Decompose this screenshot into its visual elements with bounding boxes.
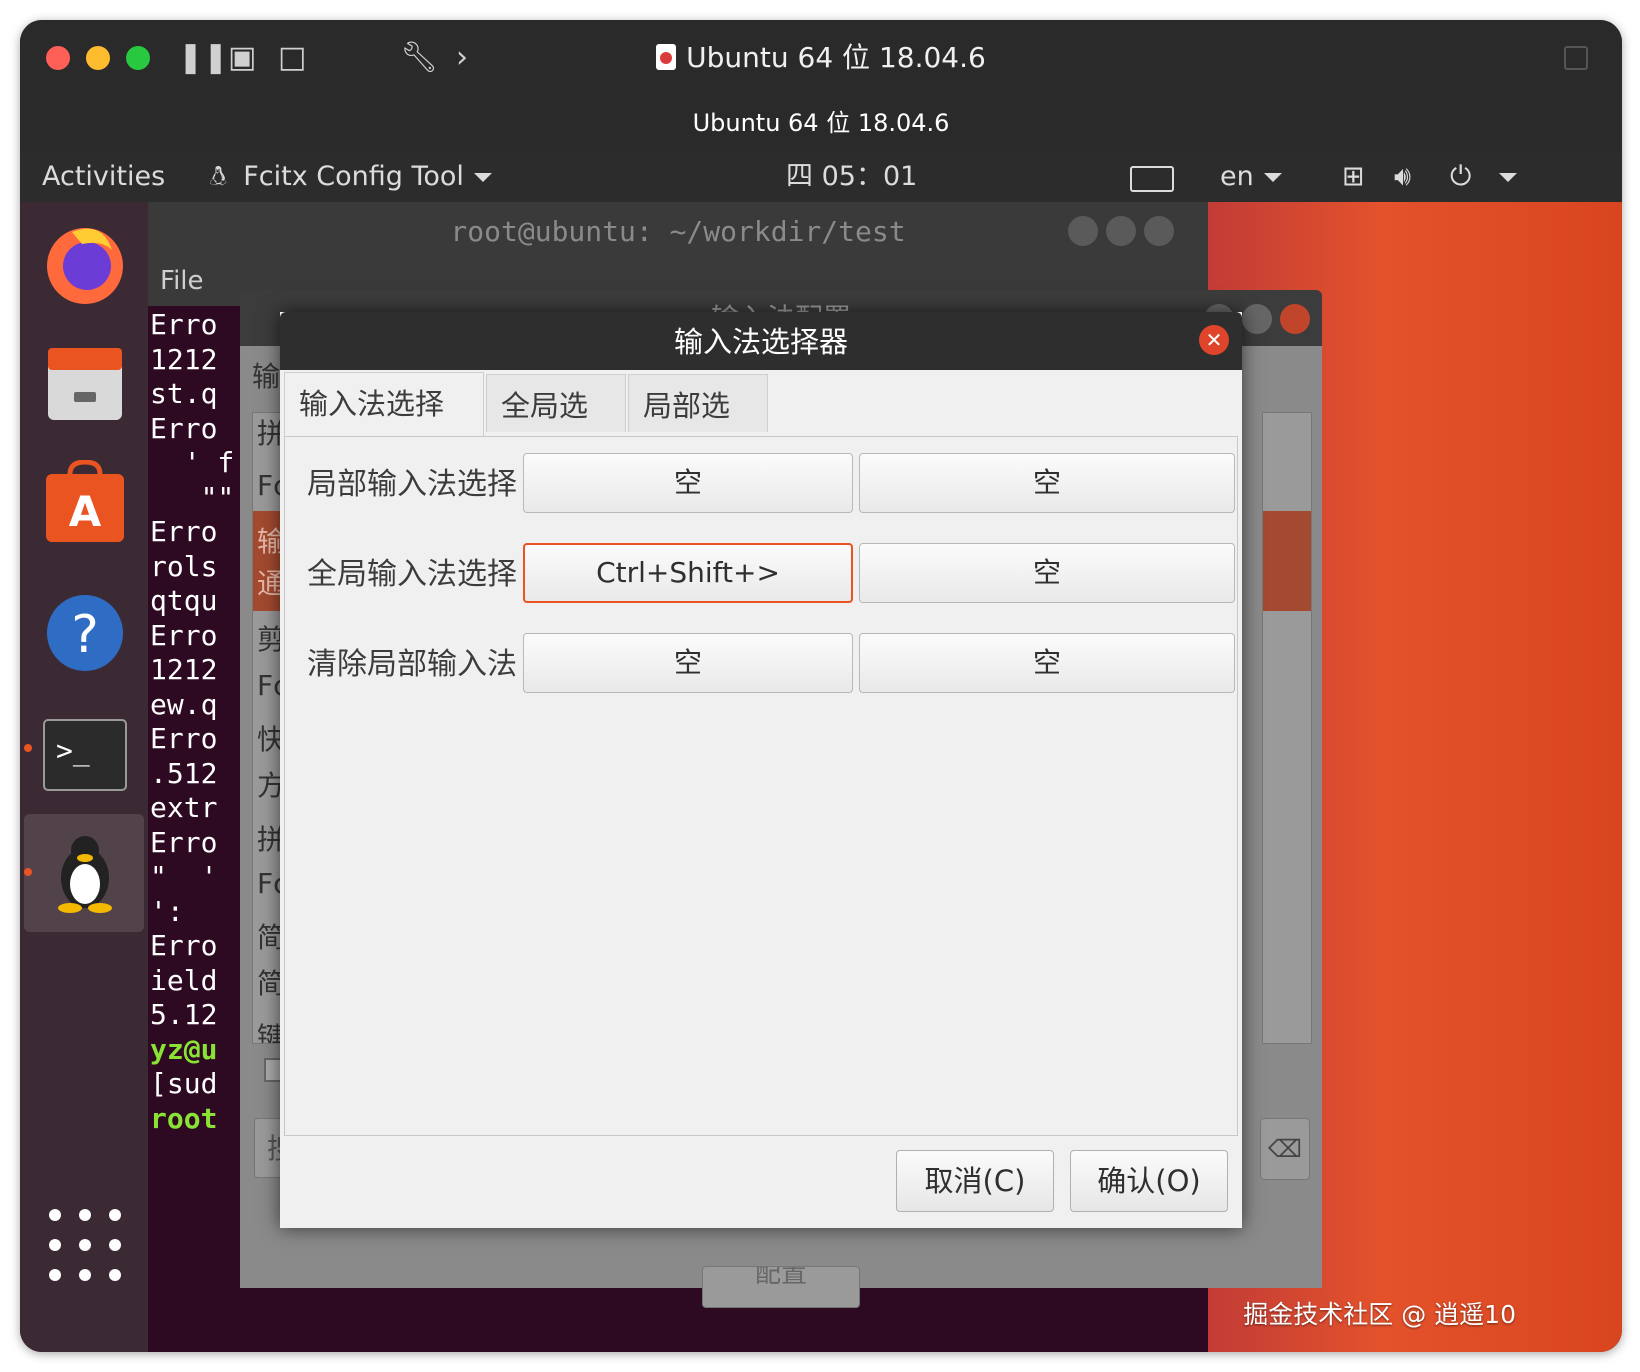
terminal-prompt: root <box>150 1101 218 1135</box>
row-label-local: 局部输入法选择 <box>307 467 517 502</box>
input-method-label: en <box>1220 161 1254 192</box>
menu-file[interactable]: File <box>160 266 204 296</box>
maximize-icon[interactable] <box>1106 216 1136 246</box>
fcitx-penguin-icon: 🐧︎ <box>210 161 227 192</box>
terminal-prompt: yz@u <box>150 1032 218 1066</box>
minimize-icon[interactable] <box>1068 216 1098 246</box>
terminal-prompt: [sud <box>150 1067 218 1100</box>
terminal-line: rols <box>150 549 218 583</box>
global-key2-button[interactable]: 空 <box>859 543 1235 603</box>
activities-button[interactable]: Activities <box>42 160 165 194</box>
row-label-global: 全局输入法选择 <box>307 557 517 592</box>
terminal-line: st.q <box>150 377 218 410</box>
help-icon[interactable]: ? <box>42 590 128 676</box>
row-label-clear: 清除局部输入法 <box>307 647 517 682</box>
local-key1-button[interactable]: 空 <box>523 453 853 513</box>
terminal-line: Erro <box>150 929 218 962</box>
terminal-line: Erro <box>150 618 218 652</box>
dock: A ? >_ <box>20 202 148 1352</box>
maximize-icon[interactable] <box>1242 304 1272 334</box>
vm-document-icon <box>656 44 677 70</box>
app-menu-label: Fcitx Config Tool <box>243 161 464 192</box>
tab-local-select[interactable]: 局部选择 <box>628 374 768 485</box>
global-key1-button[interactable]: Ctrl+Shift+> <box>523 543 853 603</box>
close-icon[interactable] <box>1280 304 1310 334</box>
chevron-down-icon <box>473 173 492 182</box>
svg-text:>_: >_ <box>56 734 90 768</box>
chevron-down-icon <box>1499 173 1518 182</box>
tab-panel: 局部输入法选择 空 空 全局输入法选择 Ctrl+Shift+> 空 清除局部输… <box>284 436 1238 1136</box>
tab-global-select[interactable]: 全局选择 <box>486 374 626 485</box>
configure-button[interactable]: 配置 <box>702 1266 860 1308</box>
terminal-line: 1212 <box>150 342 218 376</box>
terminal-line: ' f <box>150 446 235 479</box>
terminal-line: ield <box>150 963 218 997</box>
terminal-icon[interactable]: >_ <box>42 714 128 800</box>
clock[interactable]: 四 05：01 <box>786 160 917 194</box>
clear-key2-button[interactable]: 空 <box>859 633 1235 693</box>
vm-titlebar: ❚❚ ▣ □ 🔧︎ › Ubuntu 64 位 18.04.6 Ubuntu 6… <box>20 20 1622 153</box>
list-item-selected <box>1263 511 1311 611</box>
terminal-line: .512 <box>150 756 218 790</box>
gnome-top-bar: Activities 🐧︎ Fcitx Config Tool 四 05：01 … <box>20 152 1622 202</box>
power-icon[interactable]: ⏻ <box>1450 160 1518 194</box>
software-icon[interactable]: A <box>42 460 128 546</box>
im-selector-dialog: 输入法选择器 ✕ 输入法选择器 全局选择 局部选择 局部输入法选择 空 空 全局… <box>280 312 1242 1228</box>
tab-im-selector[interactable]: 输入法选择器 <box>284 372 484 483</box>
firefox-icon[interactable] <box>42 220 128 306</box>
terminal-line: ': <box>150 894 184 928</box>
tux-icon[interactable] <box>42 828 128 914</box>
svg-text:?: ? <box>71 605 99 665</box>
app-grid-icon[interactable] <box>42 1202 128 1288</box>
running-indicator <box>24 744 32 752</box>
ok-button[interactable]: 确认(O) <box>1070 1150 1228 1212</box>
terminal-line: "" <box>150 480 235 514</box>
close-icon[interactable]: ✕ <box>1199 325 1229 355</box>
clear-key1-button[interactable]: 空 <box>523 633 853 693</box>
terminal-line: Erro <box>150 825 218 859</box>
files-icon[interactable] <box>42 340 128 426</box>
watermark: 掘金技术社区 @ 逍遥10 <box>1243 1300 1516 1329</box>
clear-search-icon[interactable]: ⌫ <box>1260 1118 1310 1180</box>
terminal-title: root@ubuntu: ~/workdir/test <box>148 202 1208 262</box>
network-icon[interactable]: ⊞ <box>1342 160 1365 194</box>
terminal-line: qtqu <box>150 584 218 617</box>
keyboard-icon[interactable] <box>1130 166 1174 192</box>
terminal-line: Erro <box>150 411 218 445</box>
terminal-line: Erro <box>150 722 218 755</box>
close-icon[interactable] <box>1144 216 1174 246</box>
vm-title: Ubuntu 64 位 18.04.6 <box>20 40 1622 76</box>
chevron-down-icon <box>1263 173 1282 182</box>
running-indicator <box>24 868 32 876</box>
cancel-button[interactable]: 取消(C) <box>896 1150 1054 1212</box>
terminal-line: " ' <box>150 860 218 893</box>
input-method-indicator[interactable]: en <box>1220 160 1282 194</box>
dialog-title: 输入法选择器 <box>280 312 1242 370</box>
terminal-line: Erro <box>150 515 218 548</box>
terminal-line: ew.q <box>150 687 218 721</box>
terminal-line: extr <box>150 791 218 824</box>
svg-text:A: A <box>69 487 102 536</box>
terminal-line: 1212 <box>150 653 218 686</box>
terminal-line: 5.12 <box>150 998 218 1031</box>
terminal-output: Erro 1212 st.q Erro ' f "" Erro rols qtqu Erro 1… <box>150 308 234 1136</box>
im-list-right <box>1262 412 1312 1044</box>
local-key2-button[interactable]: 空 <box>859 453 1235 513</box>
volume-icon[interactable]: 🔊︎ <box>1394 160 1411 194</box>
guest-window-title: Ubuntu 64 位 18.04.6 <box>692 109 950 137</box>
terminal-line: Erro <box>150 308 218 341</box>
app-menu[interactable]: 🐧︎ Fcitx Config Tool <box>210 160 492 194</box>
restore-icon[interactable] <box>1564 46 1588 70</box>
